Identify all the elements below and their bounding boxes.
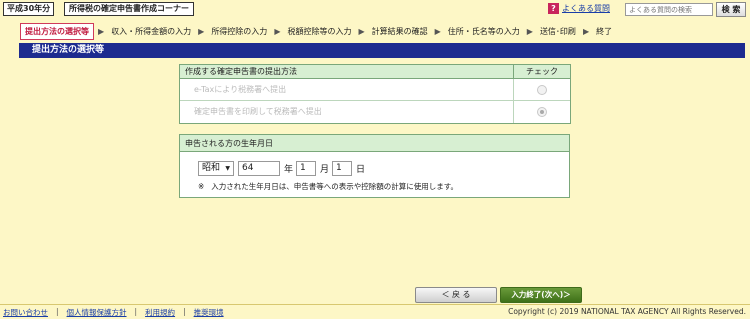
etax-radio[interactable] <box>537 84 547 95</box>
birth-date-header: 申告される方の生年月日 <box>180 135 569 152</box>
check-header-label: チェック <box>526 67 558 76</box>
corner-title: 所得税の確定申告書作成コーナー <box>64 2 194 16</box>
step-tax-credit-input: 税額控除等の入力 <box>287 26 352 36</box>
footer-separator: | <box>134 307 138 316</box>
method-check-cell <box>514 79 570 100</box>
step-arrow-icon: ▶ <box>434 26 441 36</box>
method-label-etax: e-Taxにより税務署へ提出 <box>180 79 514 100</box>
step-finish: 終了 <box>596 26 613 36</box>
step-send-print: 送信･印刷 <box>539 26 576 36</box>
footer-links: お問い合わせ | 個人情報保護方針 | 利用規約 | 推奨環境 <box>3 307 224 318</box>
footer-separator: | <box>56 307 59 316</box>
submission-method-table: 作成する確定申告書の提出方法 チェック e-Taxにより税務署へ提出 確定申告書… <box>179 64 571 124</box>
copyright: Copyright (c) 2019 NATIONAL TAX AGENCY A… <box>508 307 746 316</box>
faq-search-input[interactable] <box>625 3 713 16</box>
note-mark: ※ <box>198 182 205 191</box>
birth-day-input[interactable]: 1 <box>332 161 353 176</box>
footer-link-privacy[interactable]: 個人情報保護方針 <box>67 307 127 318</box>
step-arrow-icon: ▶ <box>98 26 105 36</box>
method-row-etax: e-Taxにより税務署へ提出 <box>180 79 570 101</box>
note-text: 入力された生年月日は、申告書等への表示や控除額の計算に使用します。 <box>211 182 459 191</box>
print-radio[interactable] <box>537 107 547 117</box>
dropdown-arrow-icon: ▼ <box>225 165 230 172</box>
faq-link[interactable]: よくある質問 <box>562 3 610 15</box>
footer-link-environment[interactable]: 推奨環境 <box>194 307 224 318</box>
method-label-print: 確定申告書を印刷して税務署へ提出 <box>180 101 514 123</box>
birth-date-note: ※ 入力された生年月日は、申告書等への表示や控除額の計算に使用します。 <box>198 181 458 192</box>
table-header: 作成する確定申告書の提出方法 チェック <box>180 65 570 79</box>
question-icon[interactable]: ? <box>548 3 559 14</box>
birth-date-table: 申告される方の生年月日 昭和 ▼ 64 年 1 月 1 日 ※ 入力された生年月日… <box>179 134 570 198</box>
footer-link-terms[interactable]: 利用規約 <box>145 307 175 318</box>
search-button[interactable]: 検 索 <box>716 2 746 17</box>
method-row-print: 確定申告書を印刷して税務署へ提出 <box>180 101 570 123</box>
step-arrow-icon: ▶ <box>198 26 205 36</box>
next-button[interactable]: 入力終了(次へ)＞ <box>500 287 582 303</box>
footer-divider <box>0 304 750 305</box>
section-title: 提出方法の選択等 <box>19 43 745 58</box>
step-deduction-input: 所得控除の入力 <box>211 26 268 36</box>
birth-year-input[interactable]: 64 <box>238 161 280 176</box>
step-navigation: 提出方法の選択等 ▶ 収入・所得金額の入力 ▶ 所得控除の入力 ▶ 税額控除等の… <box>20 22 746 40</box>
step-arrow-icon: ▶ <box>358 26 365 36</box>
step-submission-method: 提出方法の選択等 <box>20 22 94 40</box>
step-income-input: 収入・所得金額の入力 <box>111 26 192 36</box>
method-header-label: 作成する確定申告書の提出方法 <box>180 65 514 78</box>
step-result-check: 計算結果の確認 <box>371 26 428 36</box>
month-unit: 月 <box>320 165 330 175</box>
footer-separator: | <box>183 307 186 316</box>
back-button[interactable]: ＜ 戻 る <box>415 287 497 303</box>
era-value: 昭和 <box>202 163 221 173</box>
tax-year-label: 平成30年分 <box>3 2 55 16</box>
birth-date-row: 昭和 ▼ 64 年 1 月 1 日 <box>198 161 368 176</box>
step-address-input: 住所・氏名等の入力 <box>447 26 520 36</box>
birth-month-input[interactable]: 1 <box>296 161 317 176</box>
day-unit: 日 <box>356 165 366 175</box>
era-select[interactable]: 昭和 ▼ <box>198 161 234 176</box>
footer-link-contact[interactable]: お問い合わせ <box>3 307 48 318</box>
year-unit: 年 <box>284 165 294 175</box>
step-arrow-icon: ▶ <box>274 26 281 36</box>
method-check-cell <box>514 101 570 123</box>
step-arrow-icon: ▶ <box>582 26 590 36</box>
step-arrow-icon: ▶ <box>526 26 533 36</box>
header-bar: 平成30年分 所得税の確定申告書作成コーナー ? よくある質問 検 索 <box>0 0 750 19</box>
